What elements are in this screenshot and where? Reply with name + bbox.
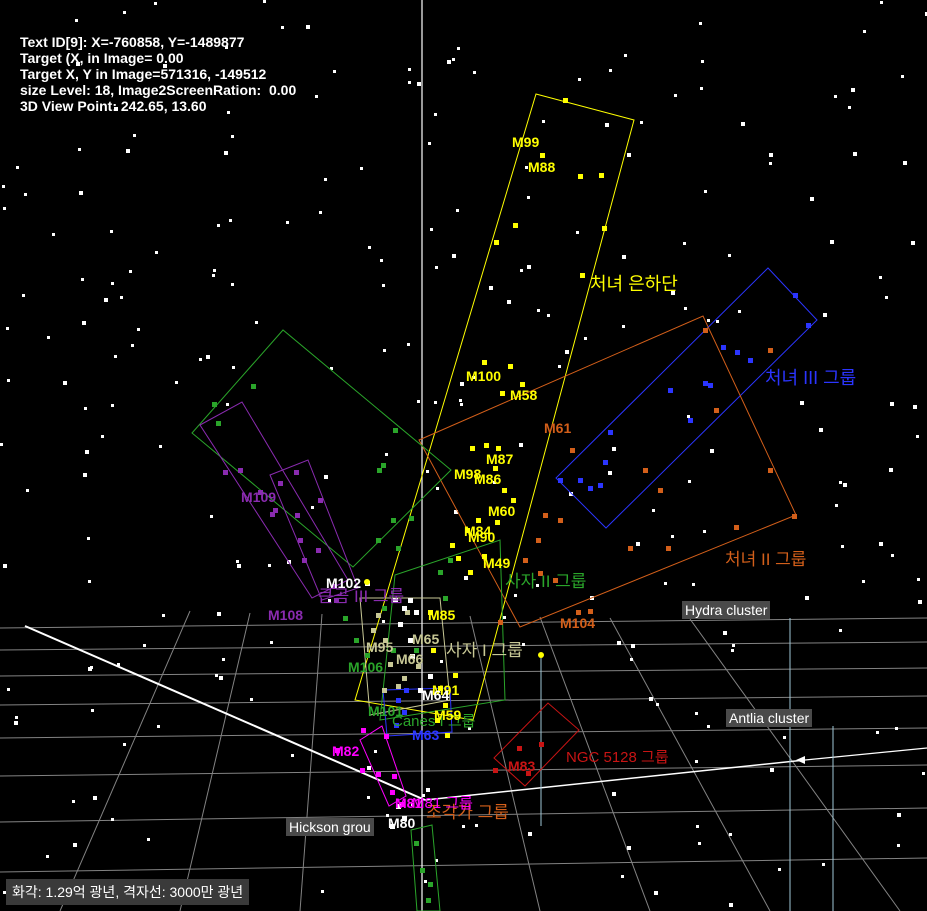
info-line: Target X, Y in Image=571316, -149512: [20, 66, 267, 82]
messier-label[interactable]: M101: [368, 703, 403, 719]
status-bar: 화각: 1.29억 광년, 격자선: 3000만 광년: [6, 879, 250, 905]
messier-label[interactable]: M90: [468, 529, 495, 545]
antlia-cluster-tag[interactable]: Antlia cluster: [726, 709, 813, 727]
group-label-virgo-3[interactable]: 처녀 III 그룹: [765, 368, 856, 388]
messier-label[interactable]: M88: [528, 159, 555, 175]
messier-label[interactable]: M81: [395, 795, 422, 811]
info-line: Target (X, in Image= 0.00: [20, 50, 184, 66]
messier-label[interactable]: M83: [508, 758, 535, 774]
info-readout: Text ID[9]: X=-760858, Y=-1489877 Target…: [20, 34, 296, 114]
messier-label[interactable]: M59: [434, 707, 461, 723]
group-label-leo-2[interactable]: 사자 II 그룹: [505, 572, 586, 591]
info-line: 3D View Point: 242.65, 13.60: [20, 98, 207, 114]
messier-label[interactable]: M85: [428, 607, 455, 623]
messier-label[interactable]: M106: [348, 659, 383, 675]
messier-label[interactable]: M64: [422, 687, 449, 703]
messier-label[interactable]: M95: [366, 639, 393, 655]
messier-label[interactable]: M63: [412, 727, 439, 743]
group-label-virgo-cluster[interactable]: 처녀 은하단: [590, 274, 678, 294]
messier-label[interactable]: M58: [510, 387, 537, 403]
hickson-group-tag[interactable]: Hickson grou: [286, 818, 374, 836]
messier-label[interactable]: M100: [466, 368, 501, 384]
messier-label[interactable]: M80: [388, 815, 415, 831]
galaxy-map-canvas[interactable]: 처녀 은하단처녀 III 그룹처녀 II 그룹사자 II 그룹사자 I 그룹큰곰…: [0, 0, 927, 911]
messier-label[interactable]: M65: [412, 631, 439, 647]
messier-label[interactable]: M87: [486, 451, 513, 467]
info-line: size Level: 18, Image2ScreenRation: 0.00: [20, 82, 297, 98]
hydra-cluster-tag[interactable]: Hydra cluster: [682, 601, 771, 619]
galaxy-points: [212, 98, 811, 903]
messier-label[interactable]: M102: [326, 575, 361, 591]
messier-label[interactable]: M108: [268, 607, 303, 623]
messier-label[interactable]: M99: [512, 134, 539, 150]
messier-label[interactable]: M86: [474, 471, 501, 487]
info-line: Text ID[9]: X=-760858, Y=-1489877: [20, 34, 245, 50]
messier-label[interactable]: M49: [483, 555, 510, 571]
group-label-ngc5128[interactable]: NGC 5128 그룹: [566, 749, 669, 766]
messier-label[interactable]: M60: [488, 503, 515, 519]
messier-label[interactable]: M66: [396, 651, 423, 667]
messier-label[interactable]: M82: [332, 743, 359, 759]
messier-label[interactable]: M61: [544, 420, 571, 436]
group-label-leo-1[interactable]: 사자 I 그룹: [446, 641, 523, 660]
messier-label[interactable]: M109: [241, 489, 276, 505]
messier-label[interactable]: M104: [560, 615, 595, 631]
group-label-virgo-2[interactable]: 처녀 II 그룹: [725, 550, 806, 569]
